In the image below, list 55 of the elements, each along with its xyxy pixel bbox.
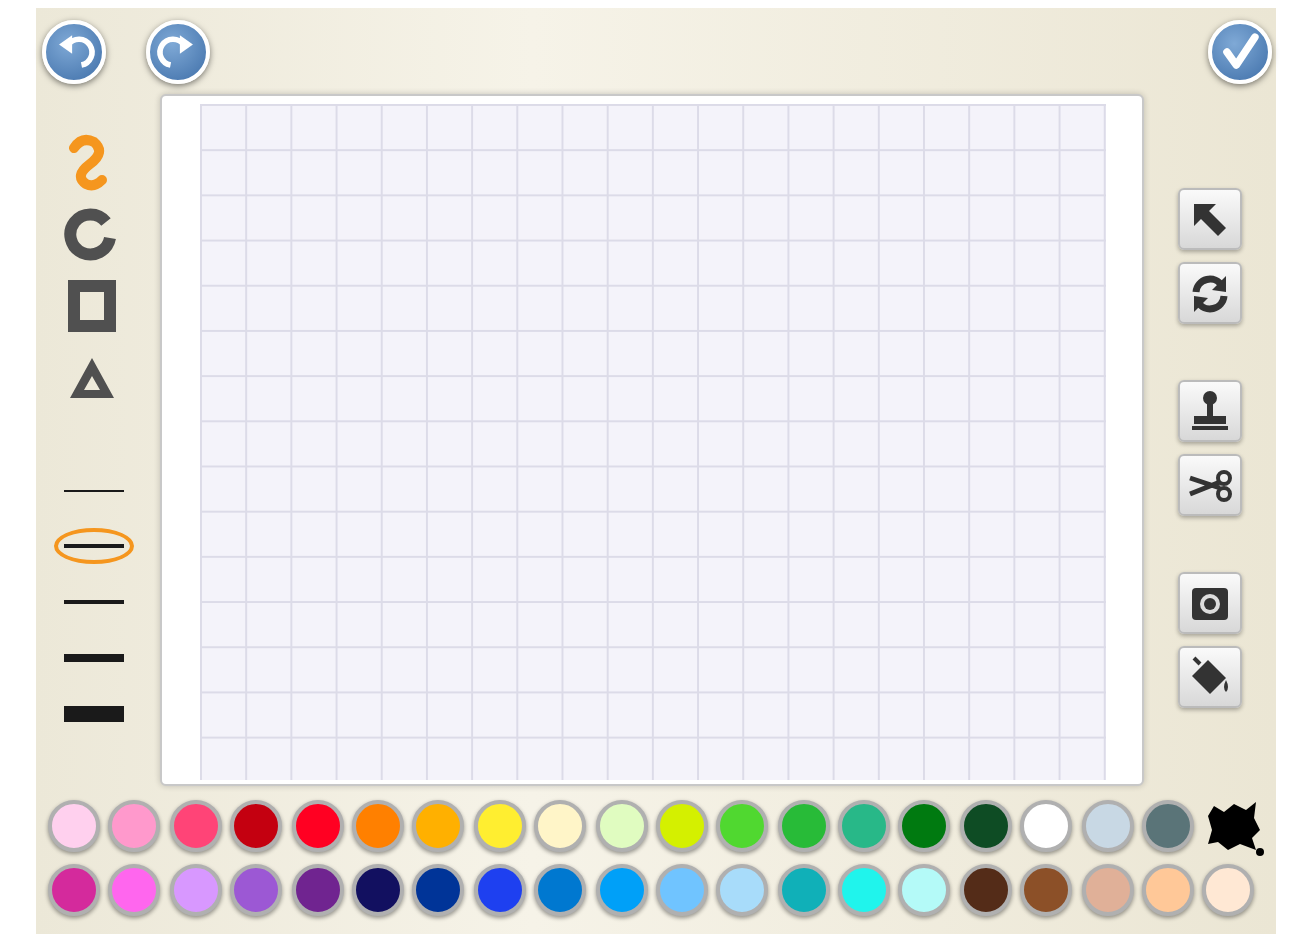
color-swatch[interactable] <box>838 800 891 852</box>
color-swatch[interactable] <box>716 800 769 852</box>
color-swatch[interactable] <box>777 800 830 852</box>
line-thickness-icon <box>64 544 124 548</box>
color-swatch[interactable] <box>898 800 951 852</box>
color-swatch[interactable] <box>777 864 830 916</box>
color-swatch[interactable] <box>716 864 769 916</box>
color-swatch[interactable] <box>230 864 283 916</box>
color-swatch[interactable] <box>655 800 708 852</box>
color-swatch[interactable] <box>595 800 648 852</box>
redo-button[interactable] <box>146 19 210 83</box>
color-swatch[interactable] <box>108 864 161 916</box>
color-swatch[interactable] <box>108 800 161 852</box>
line-thickness-icon <box>64 654 124 662</box>
done-button[interactable] <box>1208 19 1272 83</box>
color-swatch[interactable] <box>1020 800 1073 852</box>
color-swatch[interactable] <box>595 864 648 916</box>
camera-button[interactable] <box>1178 572 1242 634</box>
color-swatch[interactable] <box>1020 864 1073 916</box>
line-thickness-icon <box>64 599 124 605</box>
color-swatch[interactable] <box>959 864 1012 916</box>
color-swatch[interactable] <box>473 800 526 852</box>
line-thickness-icon <box>64 489 124 491</box>
color-swatch[interactable] <box>48 800 100 852</box>
stamp-button[interactable] <box>1178 380 1242 442</box>
color-swatch[interactable] <box>291 800 344 852</box>
color-swatch[interactable] <box>169 800 222 852</box>
color-swatch[interactable] <box>655 864 708 916</box>
scissors-button[interactable] <box>1178 454 1242 516</box>
color-swatch[interactable] <box>291 864 344 916</box>
undo-button[interactable] <box>42 19 106 83</box>
color-swatch[interactable] <box>230 800 283 852</box>
color-swatch[interactable] <box>412 864 465 916</box>
line-thickness-icon <box>64 706 124 722</box>
color-swatch[interactable] <box>534 864 587 916</box>
color-swatch[interactable] <box>898 864 951 916</box>
color-swatch[interactable] <box>1142 864 1195 916</box>
color-swatch[interactable] <box>169 864 222 916</box>
square-icon <box>62 276 122 336</box>
line-width-option[interactable] <box>54 528 134 564</box>
color-swatch[interactable] <box>534 800 587 852</box>
color-swatch[interactable] <box>1142 800 1195 852</box>
color-swatch[interactable] <box>48 864 100 916</box>
bucket-button[interactable] <box>1178 646 1242 708</box>
color-swatch[interactable] <box>1081 800 1134 852</box>
color-swatch[interactable] <box>959 800 1012 852</box>
color-swatch[interactable] <box>412 800 465 852</box>
color-swatch[interactable] <box>1202 864 1255 916</box>
color-swatch[interactable] <box>1081 864 1134 916</box>
color-swatch[interactable] <box>351 864 404 916</box>
pointer-button[interactable] <box>1178 188 1242 250</box>
color-swatch[interactable] <box>838 864 891 916</box>
color-swatch[interactable] <box>473 864 526 916</box>
rotate-button[interactable] <box>1178 262 1242 324</box>
color-swatch[interactable] <box>351 800 404 852</box>
